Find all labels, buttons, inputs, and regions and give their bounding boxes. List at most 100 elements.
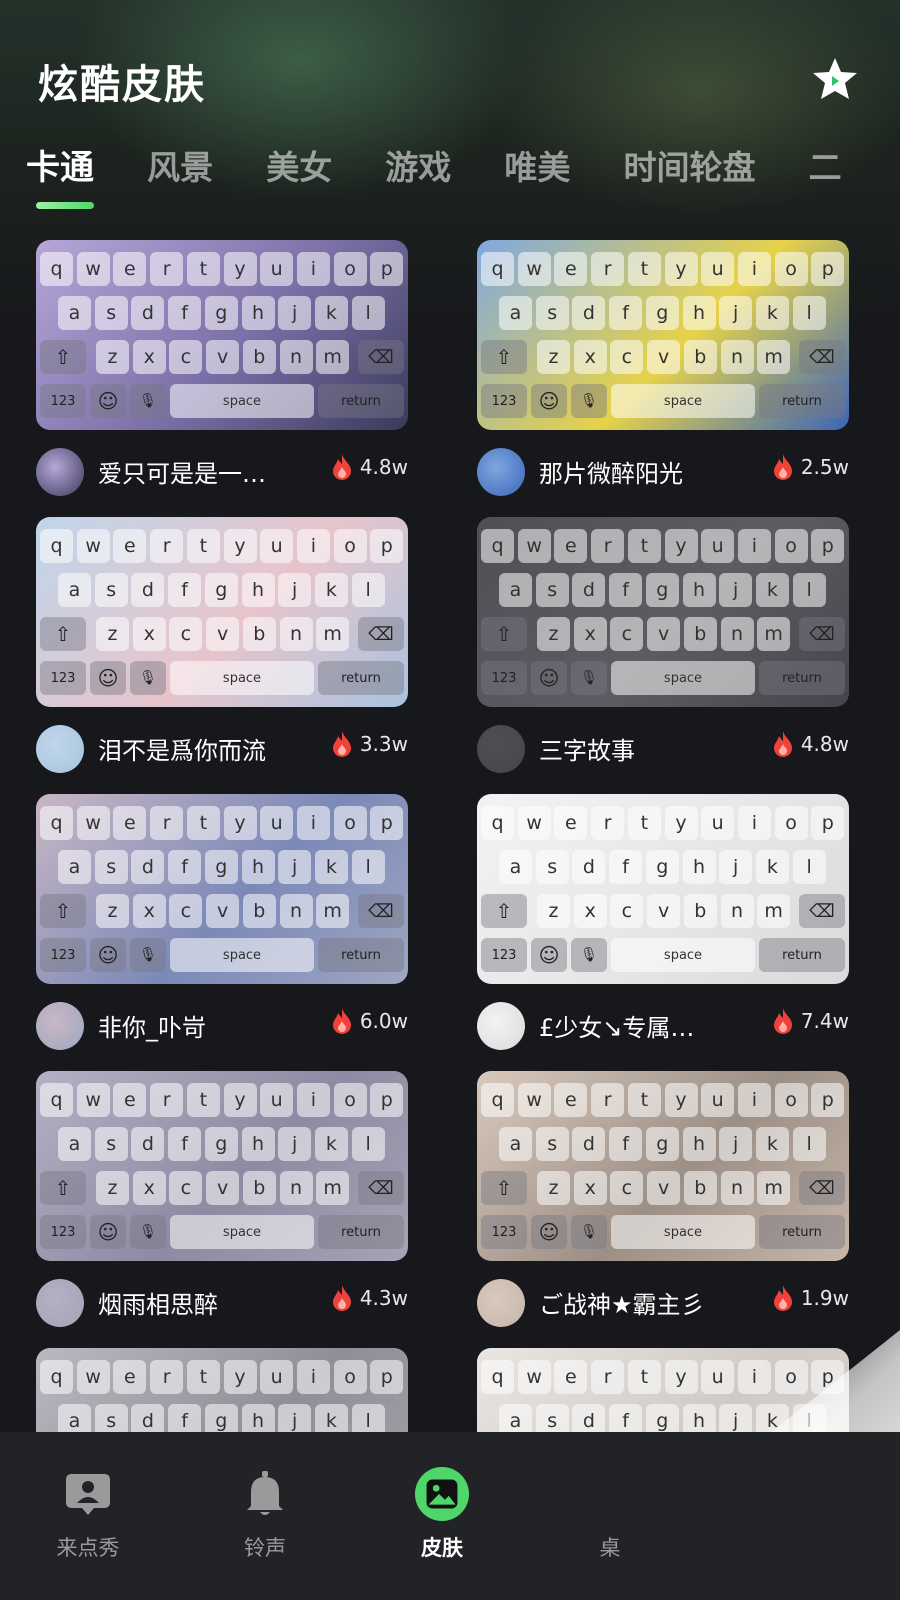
keyboard-key: c <box>610 894 644 928</box>
skin-card[interactable]: qwertyuiopasdfghjkl⇧zxcvbnm⌫123☺🎙spacere… <box>36 794 408 1050</box>
keyboard-preview: qwertyuiopasdfghjkl⇧zxcvbnm⌫123☺🎙spacere… <box>477 517 849 707</box>
tab-aesthetic[interactable]: 唯美 <box>504 141 570 189</box>
avatar[interactable] <box>36 1279 84 1327</box>
hot-count: 2.5w <box>771 452 849 482</box>
nav-item-ringtone[interactable]: 铃声 <box>205 1466 325 1562</box>
keyboard-key: k <box>755 573 789 607</box>
tab-time-wheel[interactable]: 时间轮盘 <box>623 141 755 189</box>
keyboard-key: x <box>573 894 607 928</box>
flame-icon <box>773 731 792 757</box>
keyboard-key: o <box>333 252 367 286</box>
skin-card[interactable]: qwertyuiopasdfghjkl⇧zxcvbnm⌫123☺🎙spacere… <box>477 1071 849 1327</box>
keyboard-key: w <box>76 529 110 563</box>
keyboard-key: y <box>664 1083 698 1117</box>
keyboard-row: 123☺🎙spacereturn <box>477 384 849 420</box>
avatar[interactable] <box>36 448 84 496</box>
keyboard-row: qwertyuiop <box>477 252 849 288</box>
keyboard-key: f <box>168 573 202 607</box>
microphone-key-icon: 🎙 <box>571 938 607 972</box>
keyboard-key: x <box>573 617 607 651</box>
keyboard-key: h <box>682 850 716 884</box>
avatar[interactable] <box>36 725 84 773</box>
keyboard-key: a <box>58 850 91 884</box>
keyboard-key: a <box>58 573 91 607</box>
keyboard-key: w <box>517 252 551 286</box>
microphone-key-icon: 🎙 <box>130 384 166 418</box>
keyboard-preview: qwertyuiopasdfghjkl⇧zxcvbnm⌫123☺🎙spacere… <box>477 1071 849 1261</box>
avatar[interactable] <box>36 1002 84 1050</box>
tab-game[interactable]: 游戏 <box>385 141 451 189</box>
keyboard-key: o <box>333 529 367 563</box>
keyboard-key: n <box>279 340 313 374</box>
keyboard-key: j <box>278 1127 312 1161</box>
keyboard-key: o <box>774 1360 808 1394</box>
backspace-key-icon: ⌫ <box>358 1171 404 1205</box>
keyboard-key: s <box>535 850 569 884</box>
keyboard-key: l <box>351 296 385 330</box>
keyboard-row: asdfghjkl <box>477 1127 849 1163</box>
shift-key-icon: ⇧ <box>40 894 86 928</box>
microphone-key-icon: 🎙 <box>571 1215 607 1249</box>
avatar[interactable] <box>477 725 525 773</box>
card-meta: 三字故事 4.8w <box>477 725 849 773</box>
card-meta: 爱只可是是一… 4.8w <box>36 448 408 496</box>
nav-item-desktop[interactable]: 桌 <box>550 1466 670 1562</box>
keyboard-row: 123☺🎙spacereturn <box>36 384 408 420</box>
keyboard-key: return <box>318 661 404 695</box>
keyboard-row: qwertyuiop <box>36 1083 408 1119</box>
backspace-key-icon: ⌫ <box>799 1171 845 1205</box>
keyboard-key: q <box>40 252 73 286</box>
keyboard-key: v <box>206 617 240 651</box>
keyboard-key: t <box>627 529 661 563</box>
avatar[interactable] <box>477 448 525 496</box>
keyboard-row: 123☺🎙spacereturn <box>477 1215 849 1251</box>
skin-card[interactable]: qwertyuiopasdfghjkl⇧zxcvbnm⌫123☺🎙spacere… <box>477 517 849 773</box>
avatar[interactable] <box>477 1279 525 1327</box>
shift-key-icon: ⇧ <box>481 617 527 651</box>
tab-cartoon[interactable]: 卡通 <box>26 140 94 209</box>
keyboard-key: m <box>757 617 791 651</box>
skin-card[interactable]: qwertyuiopasdfghjkl⇧zxcvbnm⌫123☺🎙spacere… <box>36 240 408 496</box>
tab-scenery[interactable]: 风景 <box>147 141 213 189</box>
skin-card[interactable]: qwertyuiopasdfghjkl⇧zxcvbnm⌫123☺🎙spacere… <box>477 240 849 496</box>
keyboard-row: asdfghjkl <box>36 573 408 609</box>
avatar[interactable] <box>477 1002 525 1050</box>
keyboard-key: h <box>241 850 275 884</box>
keyboard-key: y <box>223 1083 257 1117</box>
skin-card[interactable]: qwertyuiopasdfghjkl⇧zxcvbnm⌫123☺🎙spacere… <box>36 1071 408 1327</box>
keyboard-key: v <box>647 894 681 928</box>
keyboard-key: u <box>701 252 735 286</box>
keyboard-row: 123☺🎙spacereturn <box>36 661 408 697</box>
flame-icon <box>773 1008 792 1034</box>
hot-count: 3.3w <box>330 729 408 759</box>
nav-item-show[interactable]: 来点秀 <box>28 1466 148 1562</box>
emoji-key-icon: ☺ <box>531 938 567 972</box>
sparkle-star-icon[interactable] <box>808 54 862 104</box>
keyboard-key: l <box>792 850 826 884</box>
keyboard-key: w <box>76 252 110 286</box>
nav-label: 铃声 <box>244 1536 286 1560</box>
keyboard-key: d <box>572 1127 606 1161</box>
hot-value: 7.4w <box>800 1009 849 1033</box>
keyboard-key: t <box>186 1360 220 1394</box>
keyboard-key: u <box>260 1360 294 1394</box>
keyboard-key: i <box>296 529 330 563</box>
keyboard-key: m <box>316 1171 350 1205</box>
skin-card[interactable]: qwertyuiopasdfghjkl⇧zxcvbnm⌫123☺🎙spacere… <box>36 517 408 773</box>
skin-card[interactable]: qwertyuiopasdfghjkl⇧zxcvbnm⌫123☺🎙spacere… <box>477 794 849 1050</box>
keyboard-key: x <box>132 340 166 374</box>
hot-value: 4.3w <box>359 1286 408 1310</box>
tab-beauty[interactable]: 美女 <box>266 141 332 189</box>
keyboard-row: ⇧ zxcvbnm⌫ <box>477 894 849 930</box>
tab-more[interactable]: 二 <box>809 141 842 189</box>
keyboard-key: i <box>737 1083 771 1117</box>
microphone-key-icon: 🎙 <box>130 1215 166 1249</box>
nav-item-skin[interactable]: 皮肤 <box>382 1466 502 1562</box>
keyboard-key: r <box>150 1083 184 1117</box>
keyboard-key: v <box>206 1171 240 1205</box>
keyboard-key: d <box>572 296 606 330</box>
keyboard-key: c <box>169 894 203 928</box>
keyboard-key: l <box>351 850 385 884</box>
keyboard-key: o <box>774 1083 808 1117</box>
author-name: 爱只可是是一… <box>98 460 266 488</box>
